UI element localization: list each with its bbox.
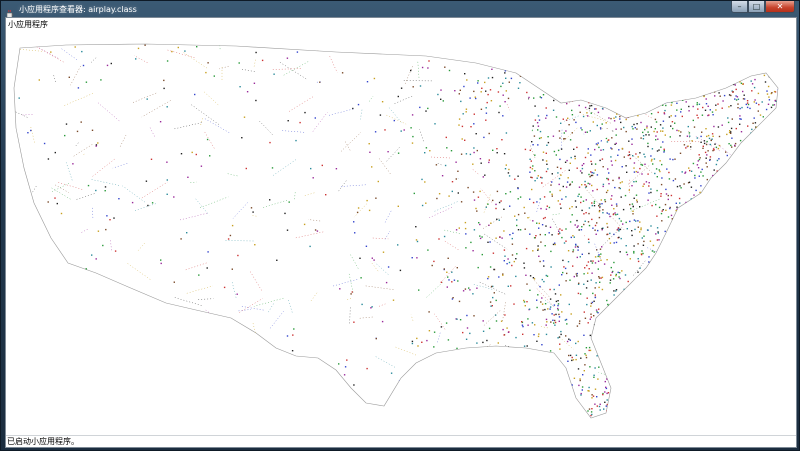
window-title: 小应用程序查看器: airplay.class	[19, 4, 137, 14]
applet-area: 小应用程序 已启动小应用程序。	[5, 17, 797, 448]
maximize-button[interactable]: □	[748, 1, 765, 13]
us-outline	[13, 43, 779, 419]
us-flight-routes-map	[13, 43, 779, 419]
minimize-button[interactable]: –	[731, 1, 748, 13]
status-bar: 已启动小应用程序。	[6, 435, 796, 447]
applet-menu-label[interactable]: 小应用程序	[8, 19, 48, 30]
applet-viewer-window: 小应用程序查看器: airplay.class – □ ✕ 小应用程序 已启动小…	[0, 0, 800, 451]
java-cup-icon	[5, 4, 15, 19]
window-controls: – □ ✕	[731, 1, 795, 13]
close-button[interactable]: ✕	[765, 1, 795, 13]
title-bar[interactable]: 小应用程序查看器: airplay.class – □ ✕	[1, 1, 800, 19]
